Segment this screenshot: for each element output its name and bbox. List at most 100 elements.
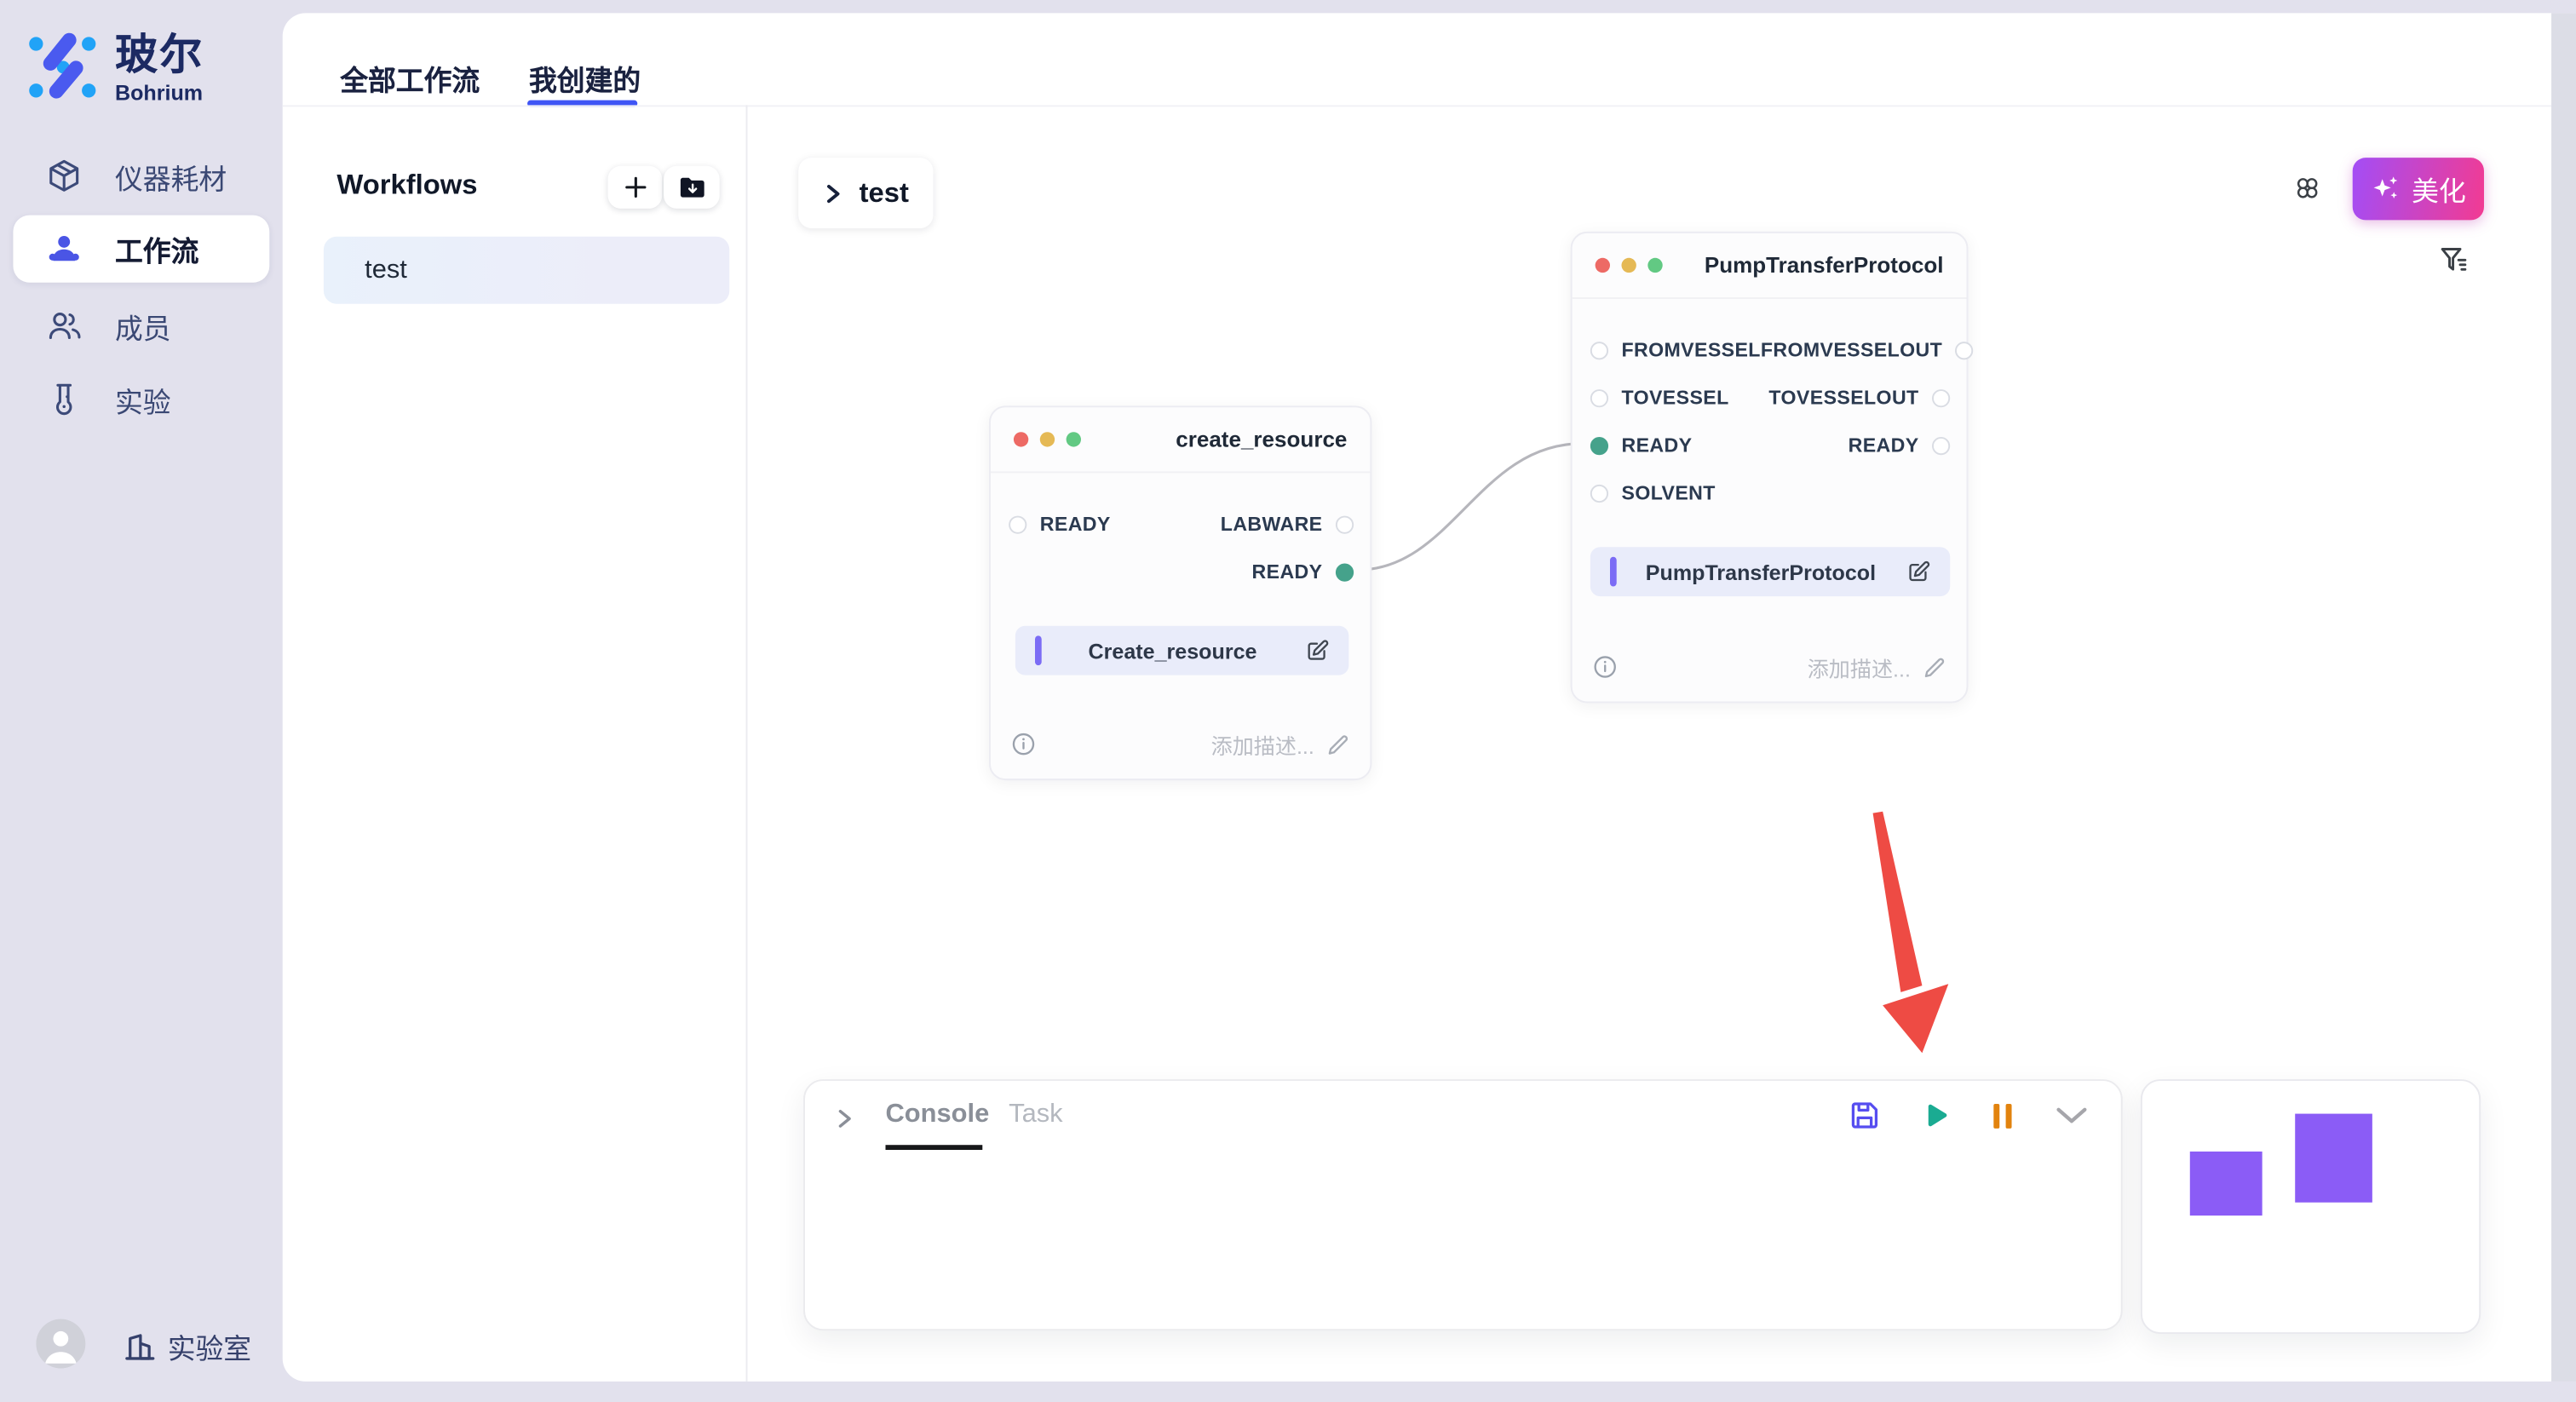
avatar[interactable] xyxy=(36,1319,85,1369)
port-circle-connected[interactable] xyxy=(1336,563,1354,581)
description-placeholder[interactable]: 添加描述... xyxy=(1211,728,1314,760)
tab-console[interactable]: Console xyxy=(885,1100,989,1130)
output-port-ready[interactable]: READY xyxy=(1849,434,1951,457)
window-dot-red xyxy=(1014,432,1028,446)
port-label: FROMVESSEL xyxy=(1621,338,1760,361)
output-port-tovesselout[interactable]: TOVESSELOUT xyxy=(1768,386,1950,409)
port-label: TOVESSELOUT xyxy=(1768,386,1918,409)
port-label: READY xyxy=(1252,560,1323,583)
pause-icon xyxy=(1989,1100,2015,1131)
save-icon xyxy=(1849,1099,1882,1132)
input-port-fromvessel[interactable]: FROMVESSEL xyxy=(1590,338,1761,361)
node-action-button[interactable]: PumpTransferProtocol xyxy=(1590,547,1950,596)
console-toolbar xyxy=(1849,1099,2090,1132)
node-footer: 添加描述... xyxy=(1594,652,1947,682)
info-icon[interactable] xyxy=(1012,733,1035,756)
info-icon[interactable] xyxy=(1594,655,1617,678)
port-circle[interactable] xyxy=(1956,341,1974,359)
window-dot-green xyxy=(1067,432,1081,446)
pause-button[interactable] xyxy=(1989,1100,2015,1131)
workspace-switcher[interactable]: 实验室 xyxy=(124,1325,251,1366)
import-workflow-button[interactable] xyxy=(664,166,720,209)
sparkles-icon xyxy=(2371,173,2402,204)
window-dot-red xyxy=(1596,258,1610,273)
output-port-ready[interactable]: READY xyxy=(1252,560,1354,583)
folder-import-icon xyxy=(677,172,707,202)
play-icon xyxy=(1919,1099,1952,1132)
port-circle[interactable] xyxy=(1932,436,1950,454)
sidebar-item-workflow[interactable]: 工作流 xyxy=(13,215,269,283)
experiment-icon xyxy=(46,381,82,417)
description-placeholder[interactable]: 添加描述... xyxy=(1808,652,1911,683)
sidebar-item-label: 成员 xyxy=(115,305,171,346)
pencil-icon[interactable] xyxy=(1325,732,1350,756)
sidebar-item-members[interactable]: 成员 xyxy=(13,289,269,361)
accent-bar xyxy=(1035,635,1041,665)
components-button[interactable] xyxy=(2293,174,2321,202)
port-circle[interactable] xyxy=(1009,515,1026,533)
port-circle[interactable] xyxy=(1590,341,1608,359)
collapse-panel-button[interactable] xyxy=(2054,1104,2090,1127)
output-port-fromvesselout[interactable]: FROMVESSELOUT xyxy=(1761,338,1974,361)
input-port-solvent[interactable]: SOLVENT xyxy=(1590,481,1716,504)
node-action-button[interactable]: Create_resource xyxy=(1015,626,1348,675)
node-title: PumpTransferProtocol xyxy=(1705,253,1944,278)
panel-divider xyxy=(746,105,748,1381)
plus-icon xyxy=(622,174,648,200)
window-dot-yellow xyxy=(1621,258,1636,273)
port-circle[interactable] xyxy=(1590,388,1608,406)
sidebar-footer: 实验室 xyxy=(0,1316,283,1382)
filter-icon xyxy=(2438,244,2470,276)
header-divider xyxy=(283,105,2551,106)
brand-text: 玻尔 Bohrium xyxy=(115,30,204,106)
console-tab-underline xyxy=(885,1145,982,1149)
port-circle-connected[interactable] xyxy=(1590,436,1608,454)
node-action-label: Create_resource xyxy=(1041,638,1305,663)
sidebar-item-experiments[interactable]: 实验 xyxy=(13,363,269,435)
port-label: FROMVESSELOUT xyxy=(1761,338,1942,361)
port-circle[interactable] xyxy=(1590,484,1608,502)
sidebar-item-label: 实验 xyxy=(115,379,171,420)
minimap[interactable] xyxy=(2141,1079,2481,1334)
tab-task[interactable]: Task xyxy=(1009,1100,1062,1130)
vertical-scrollbar[interactable] xyxy=(2551,13,2576,1381)
red-arrow-head xyxy=(1883,984,1948,1053)
breadcrumb[interactable]: test xyxy=(798,158,933,228)
node-header: create_resource xyxy=(991,407,1370,473)
chevron-right-icon xyxy=(821,180,844,206)
pencil-icon[interactable] xyxy=(1922,655,1946,680)
beautify-label: 美化 xyxy=(2412,170,2466,209)
run-button[interactable] xyxy=(1919,1099,1952,1132)
sidebar-item-consumables[interactable]: 仪器耗材 xyxy=(13,140,269,212)
save-button[interactable] xyxy=(1849,1099,1882,1132)
tab-created-by-me[interactable]: 我创建的 xyxy=(529,57,641,98)
console-panel: Console Task xyxy=(803,1079,2123,1330)
main-surface: 全部工作流 我创建的 Workflows test test xyxy=(283,13,2576,1381)
workflows-panel-title: Workflows xyxy=(336,170,477,203)
workflow-list-item-test[interactable]: test xyxy=(324,237,729,304)
port-label: TOVESSEL xyxy=(1621,386,1728,409)
port-label: LABWARE xyxy=(1221,513,1323,536)
person-icon xyxy=(46,231,82,267)
expand-console-icon[interactable] xyxy=(833,1106,856,1132)
tab-all-workflows[interactable]: 全部工作流 xyxy=(340,57,480,98)
window-dot-green xyxy=(1647,258,1662,273)
node-pump-transfer-protocol[interactable]: PumpTransferProtocol FROMVESSEL FROMVESS… xyxy=(1571,232,1969,703)
box-icon xyxy=(46,158,82,193)
input-port-ready[interactable]: READY xyxy=(1009,513,1111,536)
sidebar-item-label: 仪器耗材 xyxy=(115,155,227,196)
port-label: READY xyxy=(1040,513,1111,536)
add-workflow-button[interactable] xyxy=(608,166,663,209)
port-circle[interactable] xyxy=(1932,388,1950,406)
port-label: SOLVENT xyxy=(1621,481,1715,504)
input-port-ready-connected[interactable]: READY xyxy=(1590,434,1693,457)
bohrium-logo-icon xyxy=(26,30,99,102)
workspace-label: 实验室 xyxy=(168,1325,251,1366)
filter-button[interactable] xyxy=(2438,244,2470,276)
input-port-tovessel[interactable]: TOVESSEL xyxy=(1590,386,1729,409)
output-port-labware[interactable]: LABWARE xyxy=(1221,513,1354,536)
breadcrumb-label: test xyxy=(860,176,909,210)
node-create-resource[interactable]: create_resource READY LABWARE READY xyxy=(989,405,1371,780)
port-circle[interactable] xyxy=(1336,515,1354,533)
beautify-button[interactable]: 美化 xyxy=(2353,158,2484,220)
